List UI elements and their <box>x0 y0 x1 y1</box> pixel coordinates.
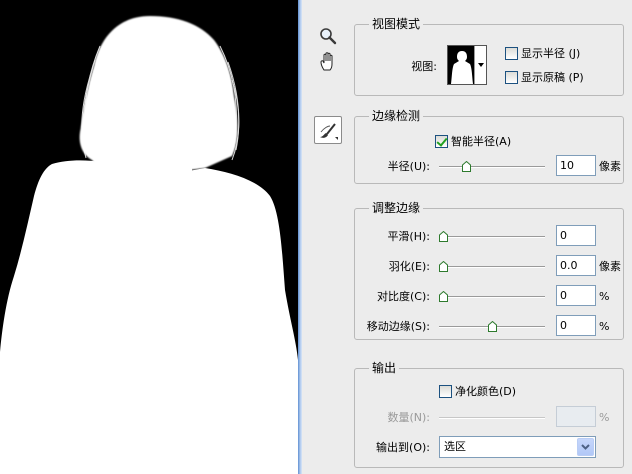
slider-track <box>439 266 545 267</box>
slider-track <box>439 417 545 418</box>
radius-unit: 像素 <box>599 160 621 173</box>
contrast-unit: % <box>599 290 610 303</box>
view-thumbnail-dropdown[interactable] <box>447 45 487 85</box>
view-mode-legend: 视图模式 <box>369 17 424 31</box>
contrast-slider[interactable] <box>439 291 545 302</box>
adjust-edge-group: 调整边缘 平滑(H): 0 羽化(E): 0.0 像素 对比度(C): 0 % … <box>354 201 624 340</box>
slider-track <box>439 166 545 167</box>
slider-thumb[interactable] <box>439 231 449 242</box>
edge-detection-legend: 边缘检测 <box>369 109 424 123</box>
feather-unit: 像素 <box>599 260 621 273</box>
amount-unit: % <box>599 411 610 424</box>
show-original-label[interactable]: 显示原稿 (P) <box>521 71 584 85</box>
slider-thumb[interactable] <box>439 261 449 272</box>
silhouette-mask-image <box>0 16 298 474</box>
refine-edge-panel: 视图模式 视图: 显示半径 (J) 显示原稿 (P) 边缘检测 智能半径(A) … <box>302 0 632 474</box>
hand-icon <box>320 52 333 71</box>
feather-input[interactable]: 0.0 <box>556 255 596 276</box>
zoom-tool[interactable] <box>316 24 340 48</box>
triangle-down-icon <box>477 63 484 67</box>
output-to-select[interactable]: 选区 <box>439 436 596 458</box>
amount-slider <box>439 413 545 423</box>
view-mode-group: 视图模式 视图: 显示半径 (J) 显示原稿 (P) <box>354 17 624 96</box>
smooth-input[interactable]: 0 <box>556 225 596 246</box>
amount-label: 数量(N): <box>387 411 430 424</box>
output-legend: 输出 <box>369 361 400 375</box>
show-radius-checkbox[interactable] <box>505 47 518 60</box>
smart-radius-checkbox[interactable] <box>435 135 448 148</box>
view-label: 视图: <box>411 60 437 73</box>
view-dropdown-arrow[interactable] <box>474 46 486 84</box>
contrast-input[interactable]: 0 <box>556 285 596 306</box>
shift-edge-slider[interactable] <box>439 321 545 332</box>
select-arrow-button[interactable] <box>577 438 594 456</box>
radius-slider[interactable] <box>439 161 545 172</box>
smart-radius-label[interactable]: 智能半径(A) <box>451 135 511 149</box>
show-original-checkbox[interactable] <box>505 71 518 84</box>
chevron-down-icon <box>581 444 590 450</box>
radius-label: 半径(U): <box>387 160 430 173</box>
slider-track <box>439 296 545 297</box>
slider-thumb[interactable] <box>488 321 497 332</box>
shift-edge-label: 移动边缘(S): <box>366 320 430 333</box>
radius-input[interactable]: 10 <box>556 155 596 176</box>
decontaminate-checkbox[interactable] <box>439 385 452 398</box>
adjust-edge-legend: 调整边缘 <box>369 201 424 215</box>
feather-label: 羽化(E): <box>388 260 430 273</box>
slider-thumb[interactable] <box>461 161 471 172</box>
output-group: 输出 净化颜色(D) 数量(N): % 输出到(O): 选区 <box>354 361 624 468</box>
shift-edge-input[interactable]: 0 <box>556 315 596 336</box>
contrast-label: 对比度(C): <box>377 290 430 303</box>
magnifier-icon <box>320 28 337 45</box>
refine-radius-tool[interactable] <box>314 116 342 144</box>
slider-thumb[interactable] <box>439 291 449 302</box>
mask-preview[interactable] <box>0 0 298 474</box>
show-radius-label[interactable]: 显示半径 (J) <box>521 47 580 61</box>
hand-tool[interactable] <box>316 50 340 74</box>
shift-edge-unit: % <box>599 320 610 333</box>
smooth-label: 平滑(H): <box>387 230 430 243</box>
feather-slider[interactable] <box>439 261 545 272</box>
slider-track <box>439 236 545 237</box>
view-preview-thumbnail <box>448 46 476 84</box>
amount-input <box>556 406 596 427</box>
output-to-value: 选区 <box>444 440 466 453</box>
output-to-label: 输出到(O): <box>376 441 430 454</box>
edge-detection-group: 边缘检测 智能半径(A) 半径(U): 10 像素 <box>354 109 624 184</box>
decontaminate-label[interactable]: 净化颜色(D) <box>455 385 516 399</box>
smooth-slider[interactable] <box>439 231 545 242</box>
refine-brush-icon <box>320 123 338 140</box>
